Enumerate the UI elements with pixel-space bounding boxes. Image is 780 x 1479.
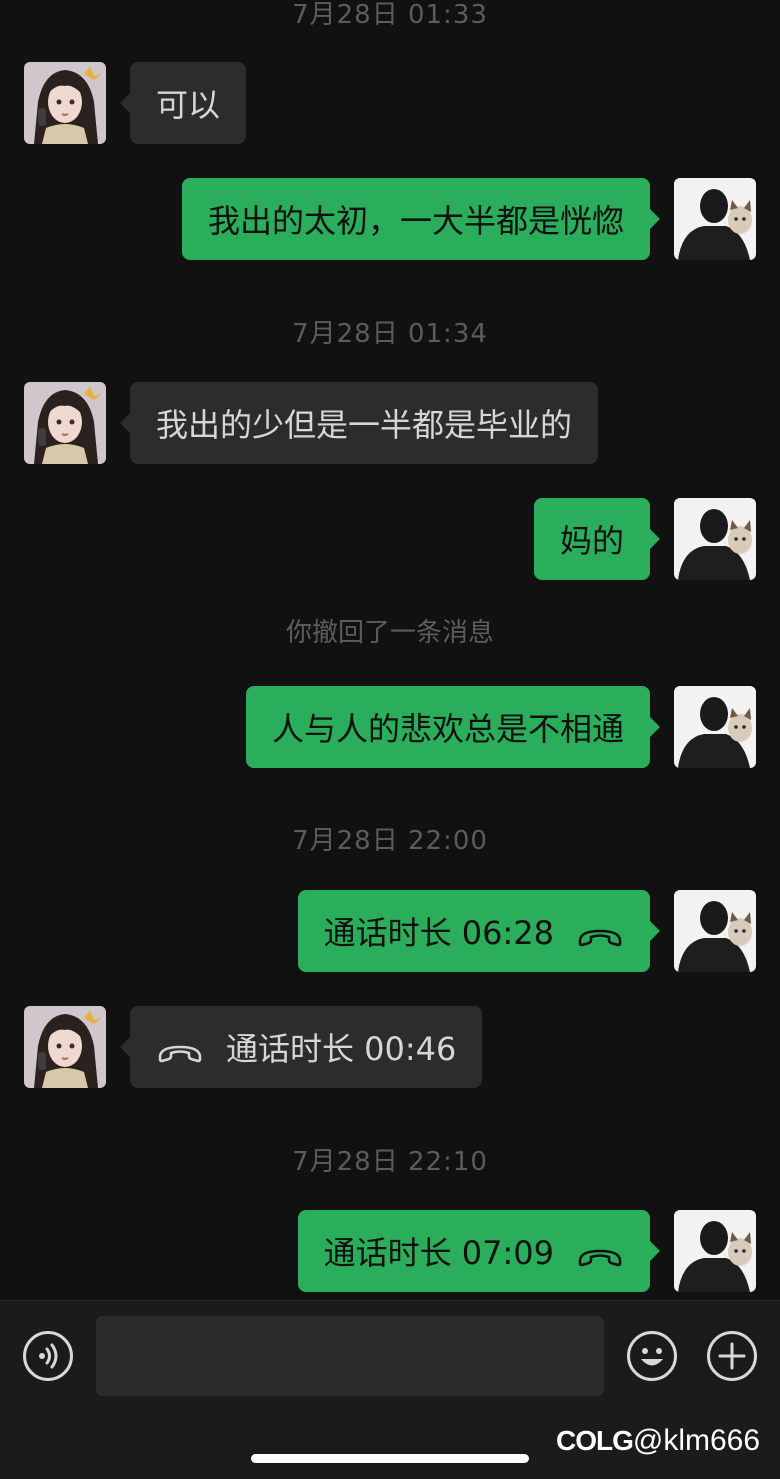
message-text: 妈的 — [559, 522, 624, 560]
message-text: 我出的太初，一大半都是恍惚 — [207, 202, 624, 240]
message-input[interactable] — [96, 1316, 604, 1396]
emoji-icon — [641, 1348, 663, 1366]
my-avatar[interactable] — [674, 890, 756, 972]
plus-icon — [718, 1342, 746, 1370]
my-avatar[interactable] — [674, 498, 756, 580]
outgoing-message[interactable]: 我出的太初，一大半都是恍惚 — [181, 178, 661, 260]
watermark: COLG@klm666 — [556, 1424, 760, 1458]
message-list[interactable]: 7月28日 01:33 可以 我出的太初，一大半都是恍惚 7月28日 01:34… — [0, 0, 780, 1300]
contact-avatar[interactable] — [24, 62, 106, 144]
voice-icon — [39, 1343, 58, 1369]
voice-input-button[interactable] — [23, 1331, 73, 1381]
emoji-button[interactable] — [627, 1331, 677, 1381]
phone-hangup-icon — [156, 1035, 204, 1063]
message-text: 可以 — [156, 86, 221, 124]
my-avatar[interactable] — [674, 686, 756, 768]
timestamp: 7月28日 01:33 — [292, 0, 488, 30]
more-options-button[interactable] — [707, 1331, 757, 1381]
message-text: 人与人的悲欢总是不相通 — [271, 710, 624, 748]
contact-avatar[interactable] — [24, 1006, 106, 1088]
call-duration-text: 通话时长 06:28 — [323, 914, 554, 952]
chat-screen: 7月28日 01:33 可以 我出的太初，一大半都是恍惚 7月28日 01:34… — [0, 0, 780, 1479]
my-avatar[interactable] — [674, 178, 756, 260]
message-text: 我出的少但是一半都是毕业的 — [156, 406, 573, 444]
outgoing-message[interactable]: 妈的 — [533, 498, 661, 580]
my-avatar[interactable] — [674, 1210, 756, 1292]
outgoing-call-record[interactable]: 通话时长 06:28 — [297, 890, 661, 972]
watermark-handle: @klm666 — [632, 1424, 761, 1457]
home-indicator[interactable] — [251, 1454, 529, 1463]
phone-hangup-icon — [576, 1239, 624, 1267]
incoming-message[interactable]: 可以 — [119, 62, 247, 144]
outgoing-message[interactable]: 人与人的悲欢总是不相通 — [245, 686, 661, 768]
timestamp: 7月28日 01:34 — [292, 319, 488, 349]
contact-avatar[interactable] — [24, 382, 106, 464]
timestamp: 7月28日 22:10 — [292, 1147, 488, 1177]
timestamp: 7月28日 22:00 — [292, 826, 488, 856]
call-duration-text: 通话时长 00:46 — [226, 1030, 457, 1068]
incoming-message[interactable]: 我出的少但是一半都是毕业的 — [119, 382, 599, 464]
outgoing-call-record[interactable]: 通话时长 07:09 — [297, 1210, 661, 1292]
call-duration-text: 通话时长 07:09 — [323, 1234, 554, 1272]
incoming-call-record[interactable]: 通话时长 00:46 — [119, 1006, 483, 1088]
recalled-message-note: 你撤回了一条消息 — [285, 618, 494, 648]
watermark-brand: COLG — [556, 1425, 634, 1456]
phone-hangup-icon — [576, 919, 624, 947]
